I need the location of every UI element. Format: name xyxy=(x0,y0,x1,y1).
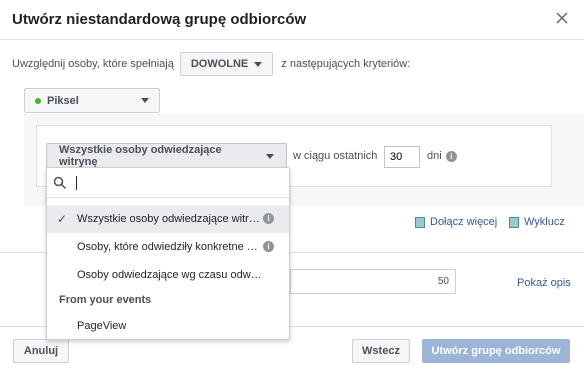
dialog-title: Utwórz niestandardową grupę odbiorców xyxy=(12,11,307,28)
info-icon[interactable]: i xyxy=(263,213,274,224)
audience-size-input[interactable]: 50 xyxy=(290,269,456,294)
cancel-button[interactable]: Anuluj xyxy=(13,339,69,363)
criteria-prefix: Uwzględnij osoby, które spełniają xyxy=(12,58,174,70)
menu-option-label: PageView xyxy=(77,320,127,332)
include-more-label: Dołącz więcej xyxy=(430,216,498,228)
source-label: Piksel xyxy=(47,94,79,107)
days-label-group: dni i xyxy=(427,150,457,162)
exclude-label: Wyklucz xyxy=(524,216,565,228)
audience-size-value: 50 xyxy=(437,276,449,287)
menu-option-label: Osoby, które odwiedziły konkretne strony xyxy=(77,241,263,253)
back-button[interactable]: Wstecz xyxy=(352,339,410,363)
menu-option-all-visitors[interactable]: ✓ Wszystkie osoby odwiedzające witrynę i xyxy=(47,205,289,233)
menu-option-specific-pages[interactable]: Osoby, które odwiedziły konkretne strony… xyxy=(47,233,289,261)
status-dot-icon xyxy=(35,97,41,104)
include-more-link[interactable]: Dołącz więcej xyxy=(415,216,497,228)
menu-option-time-spent[interactable]: Osoby odwiedzające wg czasu odwiedzin xyxy=(47,261,289,289)
within-label: w ciągu ostatnich xyxy=(293,150,378,162)
menu-option-pageview[interactable]: PageView xyxy=(47,312,289,340)
text-cursor xyxy=(76,176,77,190)
match-any-dropdown[interactable]: DOWOLNE xyxy=(179,52,274,76)
show-description-link[interactable]: Pokaż opis xyxy=(517,277,571,289)
caret-down-icon xyxy=(141,98,149,103)
dialog-header: Utwórz niestandardową grupę odbiorców xyxy=(0,0,584,40)
include-icon xyxy=(415,216,425,228)
visitor-type-label: Wszystkie osoby odwiedzające witrynę xyxy=(59,144,222,168)
search-icon xyxy=(53,176,67,190)
caret-down-icon xyxy=(254,61,263,67)
days-input[interactable] xyxy=(384,146,420,168)
info-icon[interactable]: i xyxy=(445,150,457,162)
close-icon[interactable] xyxy=(552,8,572,28)
check-icon: ✓ xyxy=(57,212,68,226)
exclude-link[interactable]: Wyklucz xyxy=(509,216,565,228)
visitor-type-menu: ✓ Wszystkie osoby odwiedzające witrynę i… xyxy=(46,167,290,340)
exclude-icon xyxy=(509,216,519,228)
criteria-suffix: z następujących kryteriów: xyxy=(281,58,411,70)
days-label: dni xyxy=(427,150,442,162)
criteria-row: Uwzględnij osoby, które spełniają DOWOLN… xyxy=(12,52,410,76)
caret-down-icon xyxy=(266,153,274,159)
visitor-type-dropdown[interactable]: Wszystkie osoby odwiedzające witrynę xyxy=(46,143,287,169)
menu-section-header: From your events xyxy=(59,294,152,306)
menu-search[interactable] xyxy=(47,168,289,198)
info-icon[interactable]: i xyxy=(263,241,274,252)
source-dropdown[interactable]: Piksel xyxy=(24,88,160,113)
menu-option-label: Osoby odwiedzające wg czasu odwiedzin xyxy=(77,269,263,281)
menu-option-label: Wszystkie osoby odwiedzające witrynę xyxy=(77,213,263,225)
create-audience-button[interactable]: Utwórz grupę odbiorców xyxy=(422,339,570,363)
match-any-label: DOWOLNE xyxy=(190,58,249,70)
